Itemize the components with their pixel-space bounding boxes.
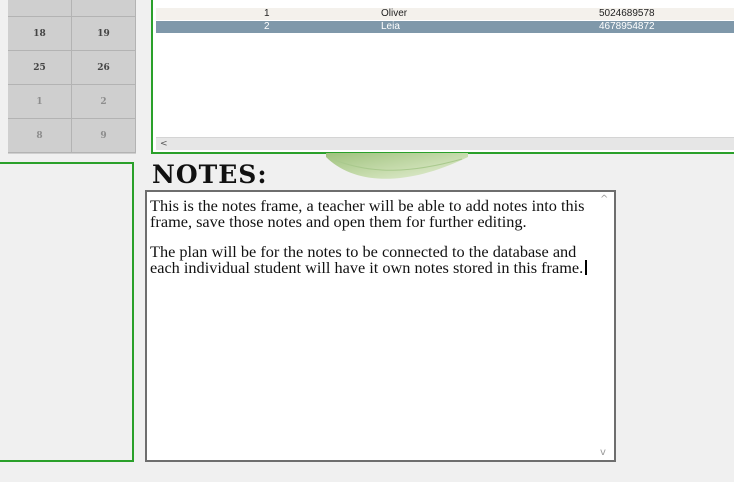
notes-paragraph-text: The plan will be for the notes to be con… (150, 242, 584, 277)
calendar: 18 19 25 26 1 2 8 9 (8, 0, 136, 154)
notes-textarea[interactable]: This is the notes frame, a teacher will … (145, 190, 616, 462)
calendar-day[interactable]: 19 (72, 17, 136, 51)
scroll-left-icon[interactable]: < (160, 138, 168, 150)
calendar-day[interactable] (8, 0, 72, 17)
calendar-day[interactable]: 26 (72, 51, 136, 85)
calendar-day[interactable]: 1 (8, 85, 72, 119)
left-frame (0, 162, 134, 462)
leaf-decoration-image (322, 153, 472, 193)
calendar-day[interactable] (72, 0, 136, 17)
student-table-frame: 1 Oliver 5024689578 2 Leia 4678954872 < (151, 0, 734, 154)
student-phone: 4678954872 (599, 21, 655, 32)
calendar-day[interactable]: 2 (72, 85, 136, 119)
student-name: Leia (381, 21, 400, 32)
text-caret (585, 259, 588, 275)
table-row-selected[interactable]: 2 Leia 4678954872 (156, 21, 734, 33)
horizontal-scrollbar[interactable]: < (156, 137, 734, 150)
calendar-day[interactable]: 18 (8, 17, 72, 51)
student-phone: 5024689578 (599, 8, 655, 19)
vertical-scrollbar[interactable]: ^ v (597, 192, 614, 460)
row-number: 1 (264, 8, 270, 19)
scroll-up-icon[interactable]: ^ (600, 194, 608, 205)
scroll-down-icon[interactable]: v (600, 447, 606, 458)
notes-paragraph: The plan will be for the notes to be con… (150, 244, 595, 275)
notes-title: NOTES: (152, 160, 268, 189)
calendar-day[interactable]: 25 (8, 51, 72, 85)
calendar-day[interactable]: 9 (72, 119, 136, 153)
calendar-day[interactable]: 8 (8, 119, 72, 153)
notes-paragraph: This is the notes frame, a teacher will … (150, 196, 585, 231)
table-row[interactable]: 1 Oliver 5024689578 (156, 8, 734, 20)
row-number: 2 (264, 21, 270, 32)
student-name: Oliver (381, 8, 408, 19)
notes-text[interactable]: This is the notes frame, a teacher will … (150, 196, 595, 290)
